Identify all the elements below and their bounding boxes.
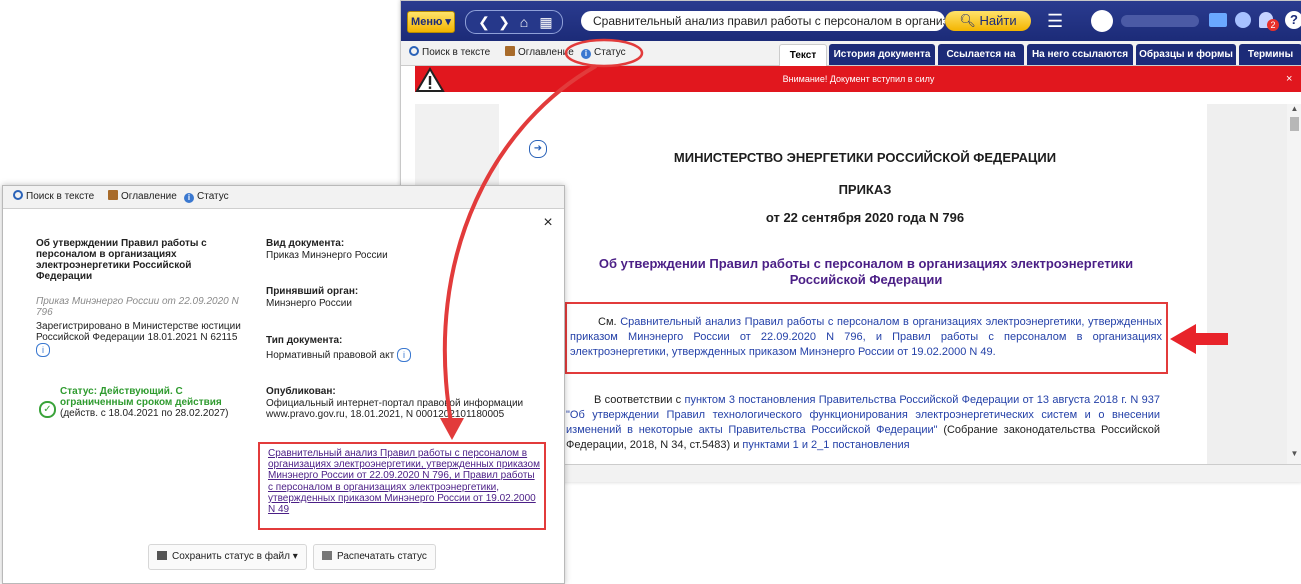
pointer-arrow-icon	[1170, 324, 1228, 354]
annotation-arrow-path	[442, 64, 597, 429]
annotation-overlay	[440, 38, 1228, 440]
status-highlight-ellipse	[564, 38, 644, 68]
annotation-arrow-head	[440, 418, 464, 440]
